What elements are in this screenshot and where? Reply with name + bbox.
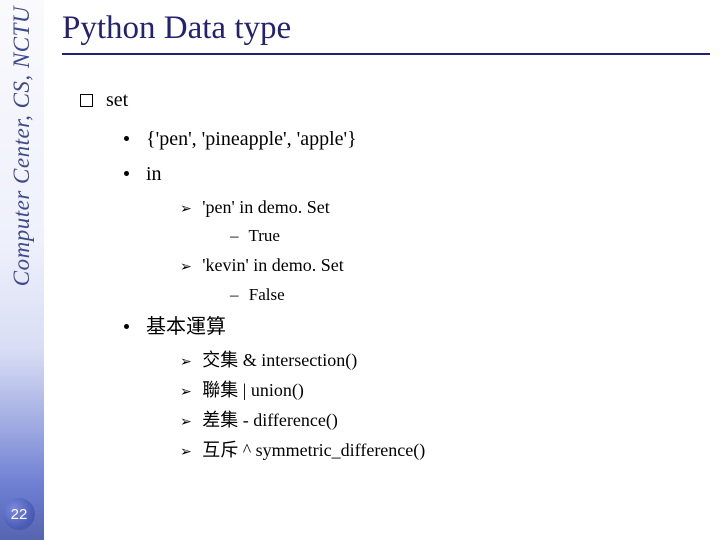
section-heading-line: set [80, 85, 710, 116]
sub-item: ➢ 'pen' in demo. Set [180, 194, 710, 222]
sub-text: 'pen' in demo. Set [202, 197, 329, 217]
bullet-text: in [146, 163, 162, 185]
op-item: ➢ 互斥 ^ symmetric_difference() [180, 437, 710, 465]
op-text: 聯集 | union() [202, 380, 304, 400]
bullet-text: {'pen', 'pineapple', 'apple'} [146, 128, 357, 150]
result-text: False [249, 285, 285, 304]
op-item: ➢ 聯集 | union() [180, 377, 710, 405]
arrow-icon: ➢ [180, 353, 192, 369]
op-item: ➢ 差集 - difference() [180, 407, 710, 435]
section-heading: set [106, 89, 128, 111]
page-number-badge: 22 [3, 498, 35, 530]
sub-text: 'kevin' in demo. Set [202, 255, 343, 275]
bullet-text: 基本運算 [146, 316, 226, 338]
bullet-dot-icon [124, 324, 129, 329]
sub-result: – False [230, 282, 710, 308]
op-text: 差集 - difference() [202, 410, 338, 430]
arrow-icon: ➢ [180, 383, 192, 399]
sidebar-gradient: Computer Center, CS, NCTU [0, 0, 44, 540]
title-rule [62, 53, 710, 55]
sidebar-title: Computer Center, CS, NCTU [9, 6, 35, 286]
result-text: True [248, 226, 280, 245]
arrow-icon: ➢ [180, 258, 192, 274]
body-block: set {'pen', 'pineapple', 'apple'} in ➢ '… [62, 85, 710, 465]
bullet-dot-icon [124, 171, 129, 176]
dash-icon: – [230, 285, 239, 304]
bullet-item: 基本運算 [124, 312, 710, 343]
op-text: 互斥 ^ symmetric_difference() [202, 440, 425, 460]
arrow-icon: ➢ [180, 413, 192, 429]
bullet-item: {'pen', 'pineapple', 'apple'} [124, 124, 710, 155]
sub-item: ➢ 'kevin' in demo. Set [180, 252, 710, 280]
bullet-item: in [124, 159, 710, 190]
arrow-icon: ➢ [180, 200, 192, 216]
slide-content: Python Data type set {'pen', 'pineapple'… [62, 0, 710, 540]
op-item: ➢ 交集 & intersection() [180, 347, 710, 375]
bullet-dot-icon [124, 136, 129, 141]
op-text: 交集 & intersection() [202, 350, 357, 370]
checkbox-bullet-icon [80, 94, 93, 107]
sub-result: – True [230, 223, 710, 249]
page-title: Python Data type [62, 10, 710, 47]
arrow-icon: ➢ [180, 443, 192, 459]
dash-icon: – [230, 226, 239, 245]
